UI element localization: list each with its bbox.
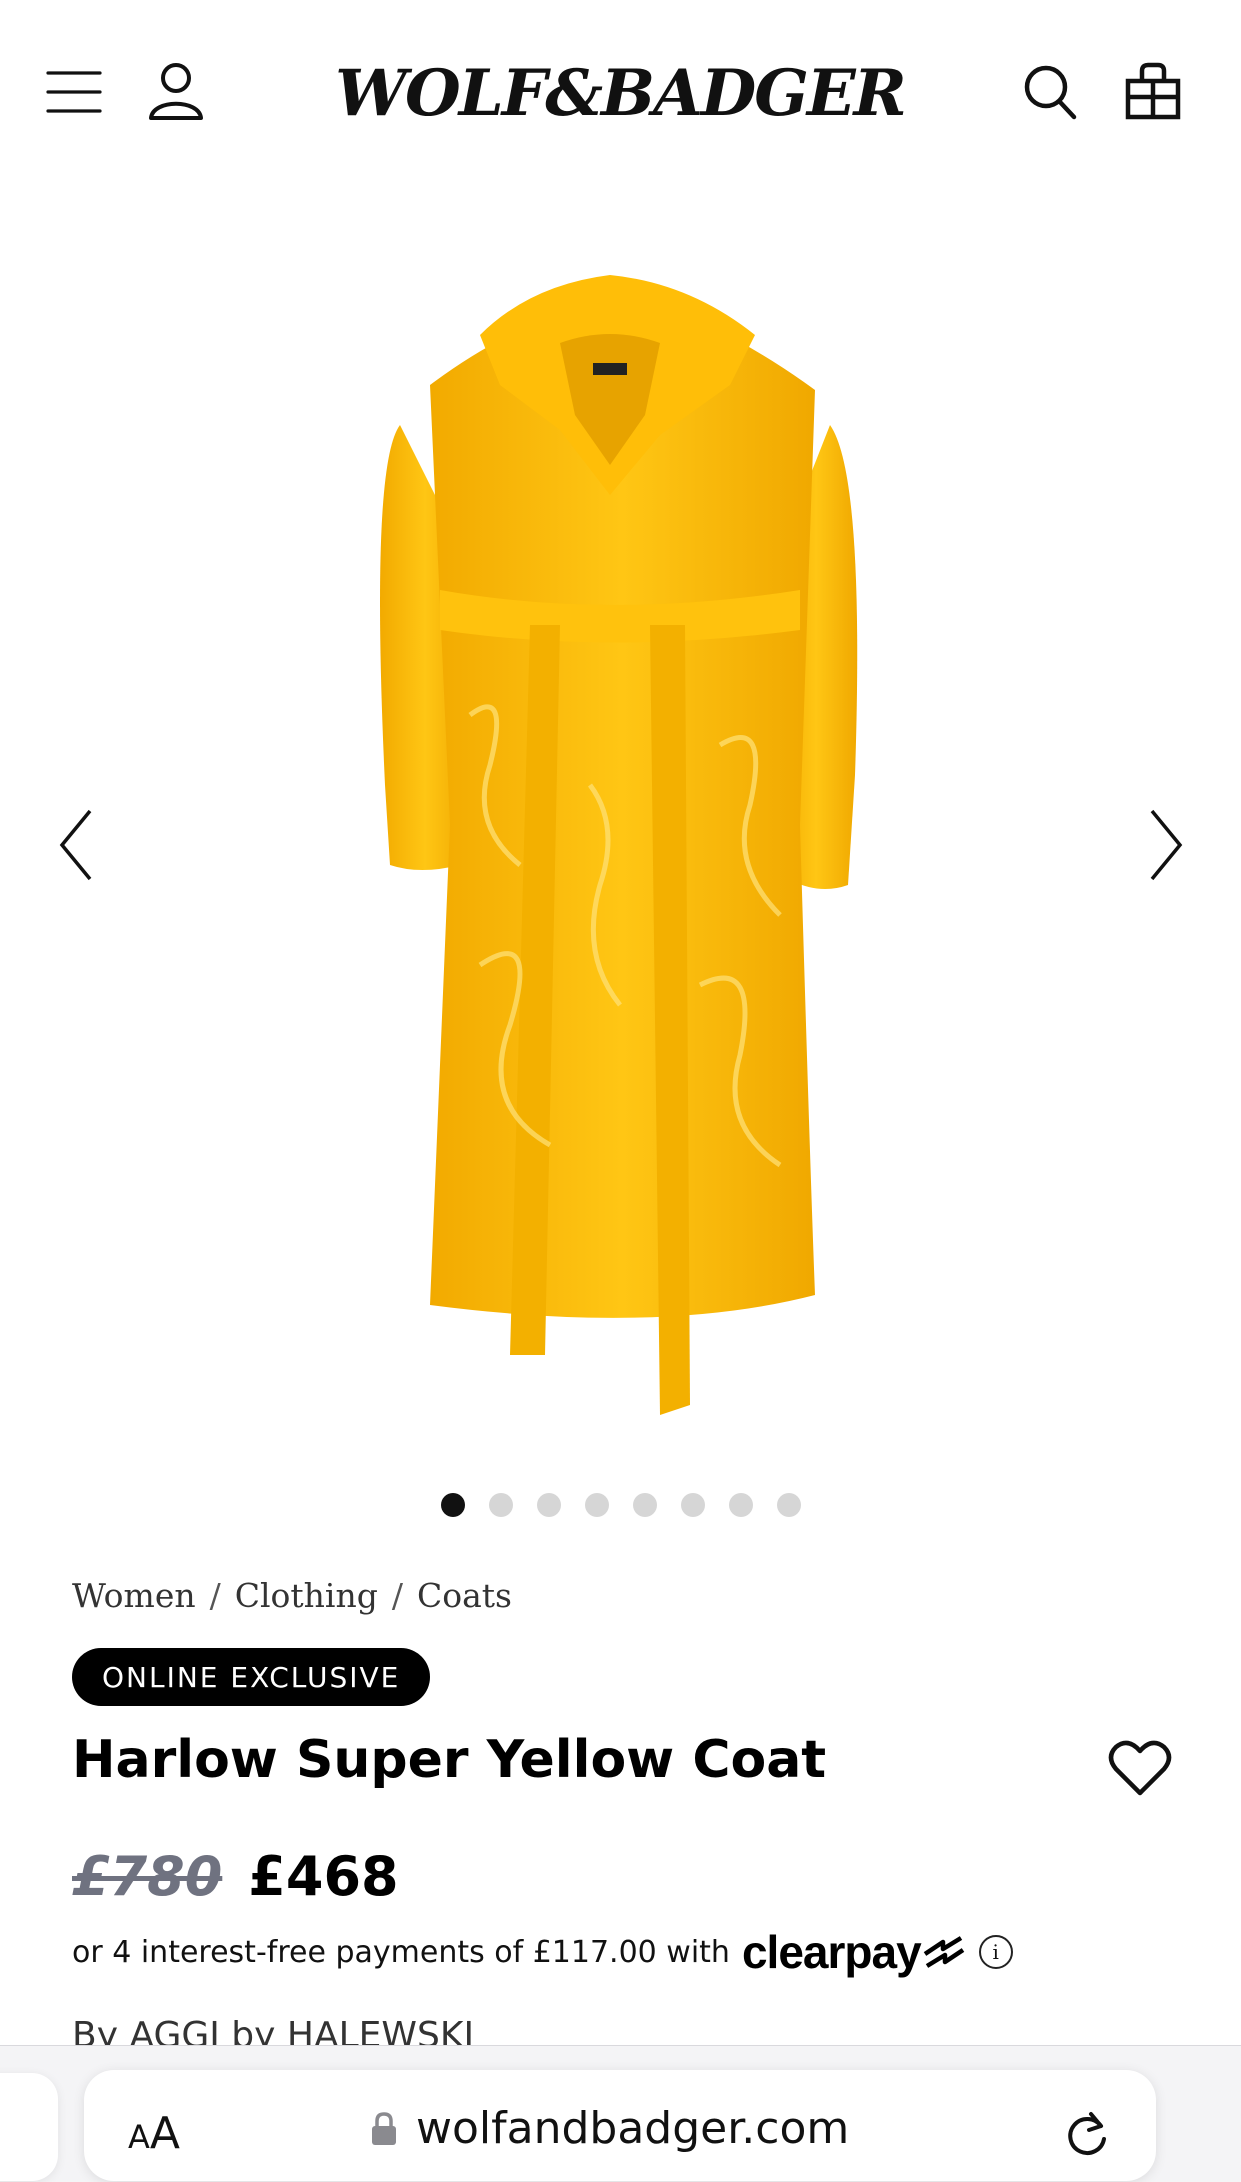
info-icon[interactable]: i (978, 1935, 1013, 1969)
sale-price: £468 (248, 1845, 399, 1908)
carousel-pagination (0, 1490, 1241, 1520)
previous-tab-preview[interactable] (0, 2073, 58, 2181)
breadcrumb-item-women[interactable]: Women (72, 1576, 196, 1615)
clearpay-wordmark: clearpay (741, 1926, 922, 1978)
installment-payments: or 4 interest-free payments of £117.00 w… (72, 1925, 1013, 1979)
carousel-dot-5[interactable] (632, 1493, 657, 1517)
carousel-dot-7[interactable] (728, 1493, 753, 1517)
account-icon[interactable] (145, 60, 207, 122)
product-image[interactable] (360, 265, 880, 1415)
search-icon[interactable] (1020, 62, 1080, 122)
site-logo[interactable]: WOLF&BADGER (335, 48, 907, 138)
text-size-small-a: A (128, 2118, 150, 2156)
text-size-large-a: A (149, 2108, 180, 2159)
breadcrumb-item-clothing[interactable]: Clothing (235, 1576, 378, 1615)
carousel-dot-6[interactable] (680, 1493, 705, 1517)
text-size-button[interactable]: AA (128, 2108, 180, 2159)
online-exclusive-badge: ONLINE EXCLUSIVE (72, 1648, 431, 1706)
url-text: wolfandbadger.com (416, 2103, 850, 2154)
breadcrumb-item-coats[interactable]: Coats (417, 1576, 512, 1615)
menu-icon[interactable] (44, 66, 104, 118)
carousel-dot-4[interactable] (584, 1493, 609, 1517)
original-price: £780 (72, 1845, 223, 1908)
clearpay-logo: clearpay (742, 1925, 967, 1979)
shopping-bag-icon[interactable] (1122, 60, 1184, 122)
badge-label: ONLINE EXCLUSIVE (102, 1660, 401, 1694)
url-display[interactable]: wolfandbadger.com (370, 2103, 849, 2154)
next-image-arrow-icon[interactable] (1132, 800, 1202, 890)
wishlist-heart-icon[interactable] (1105, 1735, 1175, 1800)
reload-icon[interactable] (1062, 2108, 1112, 2158)
breadcrumb-separator: / (391, 1575, 403, 1615)
breadcrumb-separator: / (209, 1575, 221, 1615)
previous-image-arrow-icon[interactable] (40, 800, 110, 890)
clearpay-arrows-icon (923, 1936, 964, 1968)
carousel-dot-8[interactable] (776, 1493, 801, 1517)
breadcrumb: Women / Clothing / Coats (72, 1570, 512, 1620)
lock-icon (372, 2111, 396, 2145)
logo-text: WOLF&BADGER (335, 55, 907, 131)
carousel-dot-1[interactable] (440, 1493, 465, 1517)
payments-text: or 4 interest-free payments of £117.00 w… (72, 1934, 730, 1970)
product-title: Harlow Super Yellow Coat (72, 1730, 827, 1790)
price-row: £780 £468 (72, 1845, 399, 1908)
carousel-dot-3[interactable] (536, 1493, 561, 1517)
carousel-dot-2[interactable] (488, 1493, 513, 1517)
